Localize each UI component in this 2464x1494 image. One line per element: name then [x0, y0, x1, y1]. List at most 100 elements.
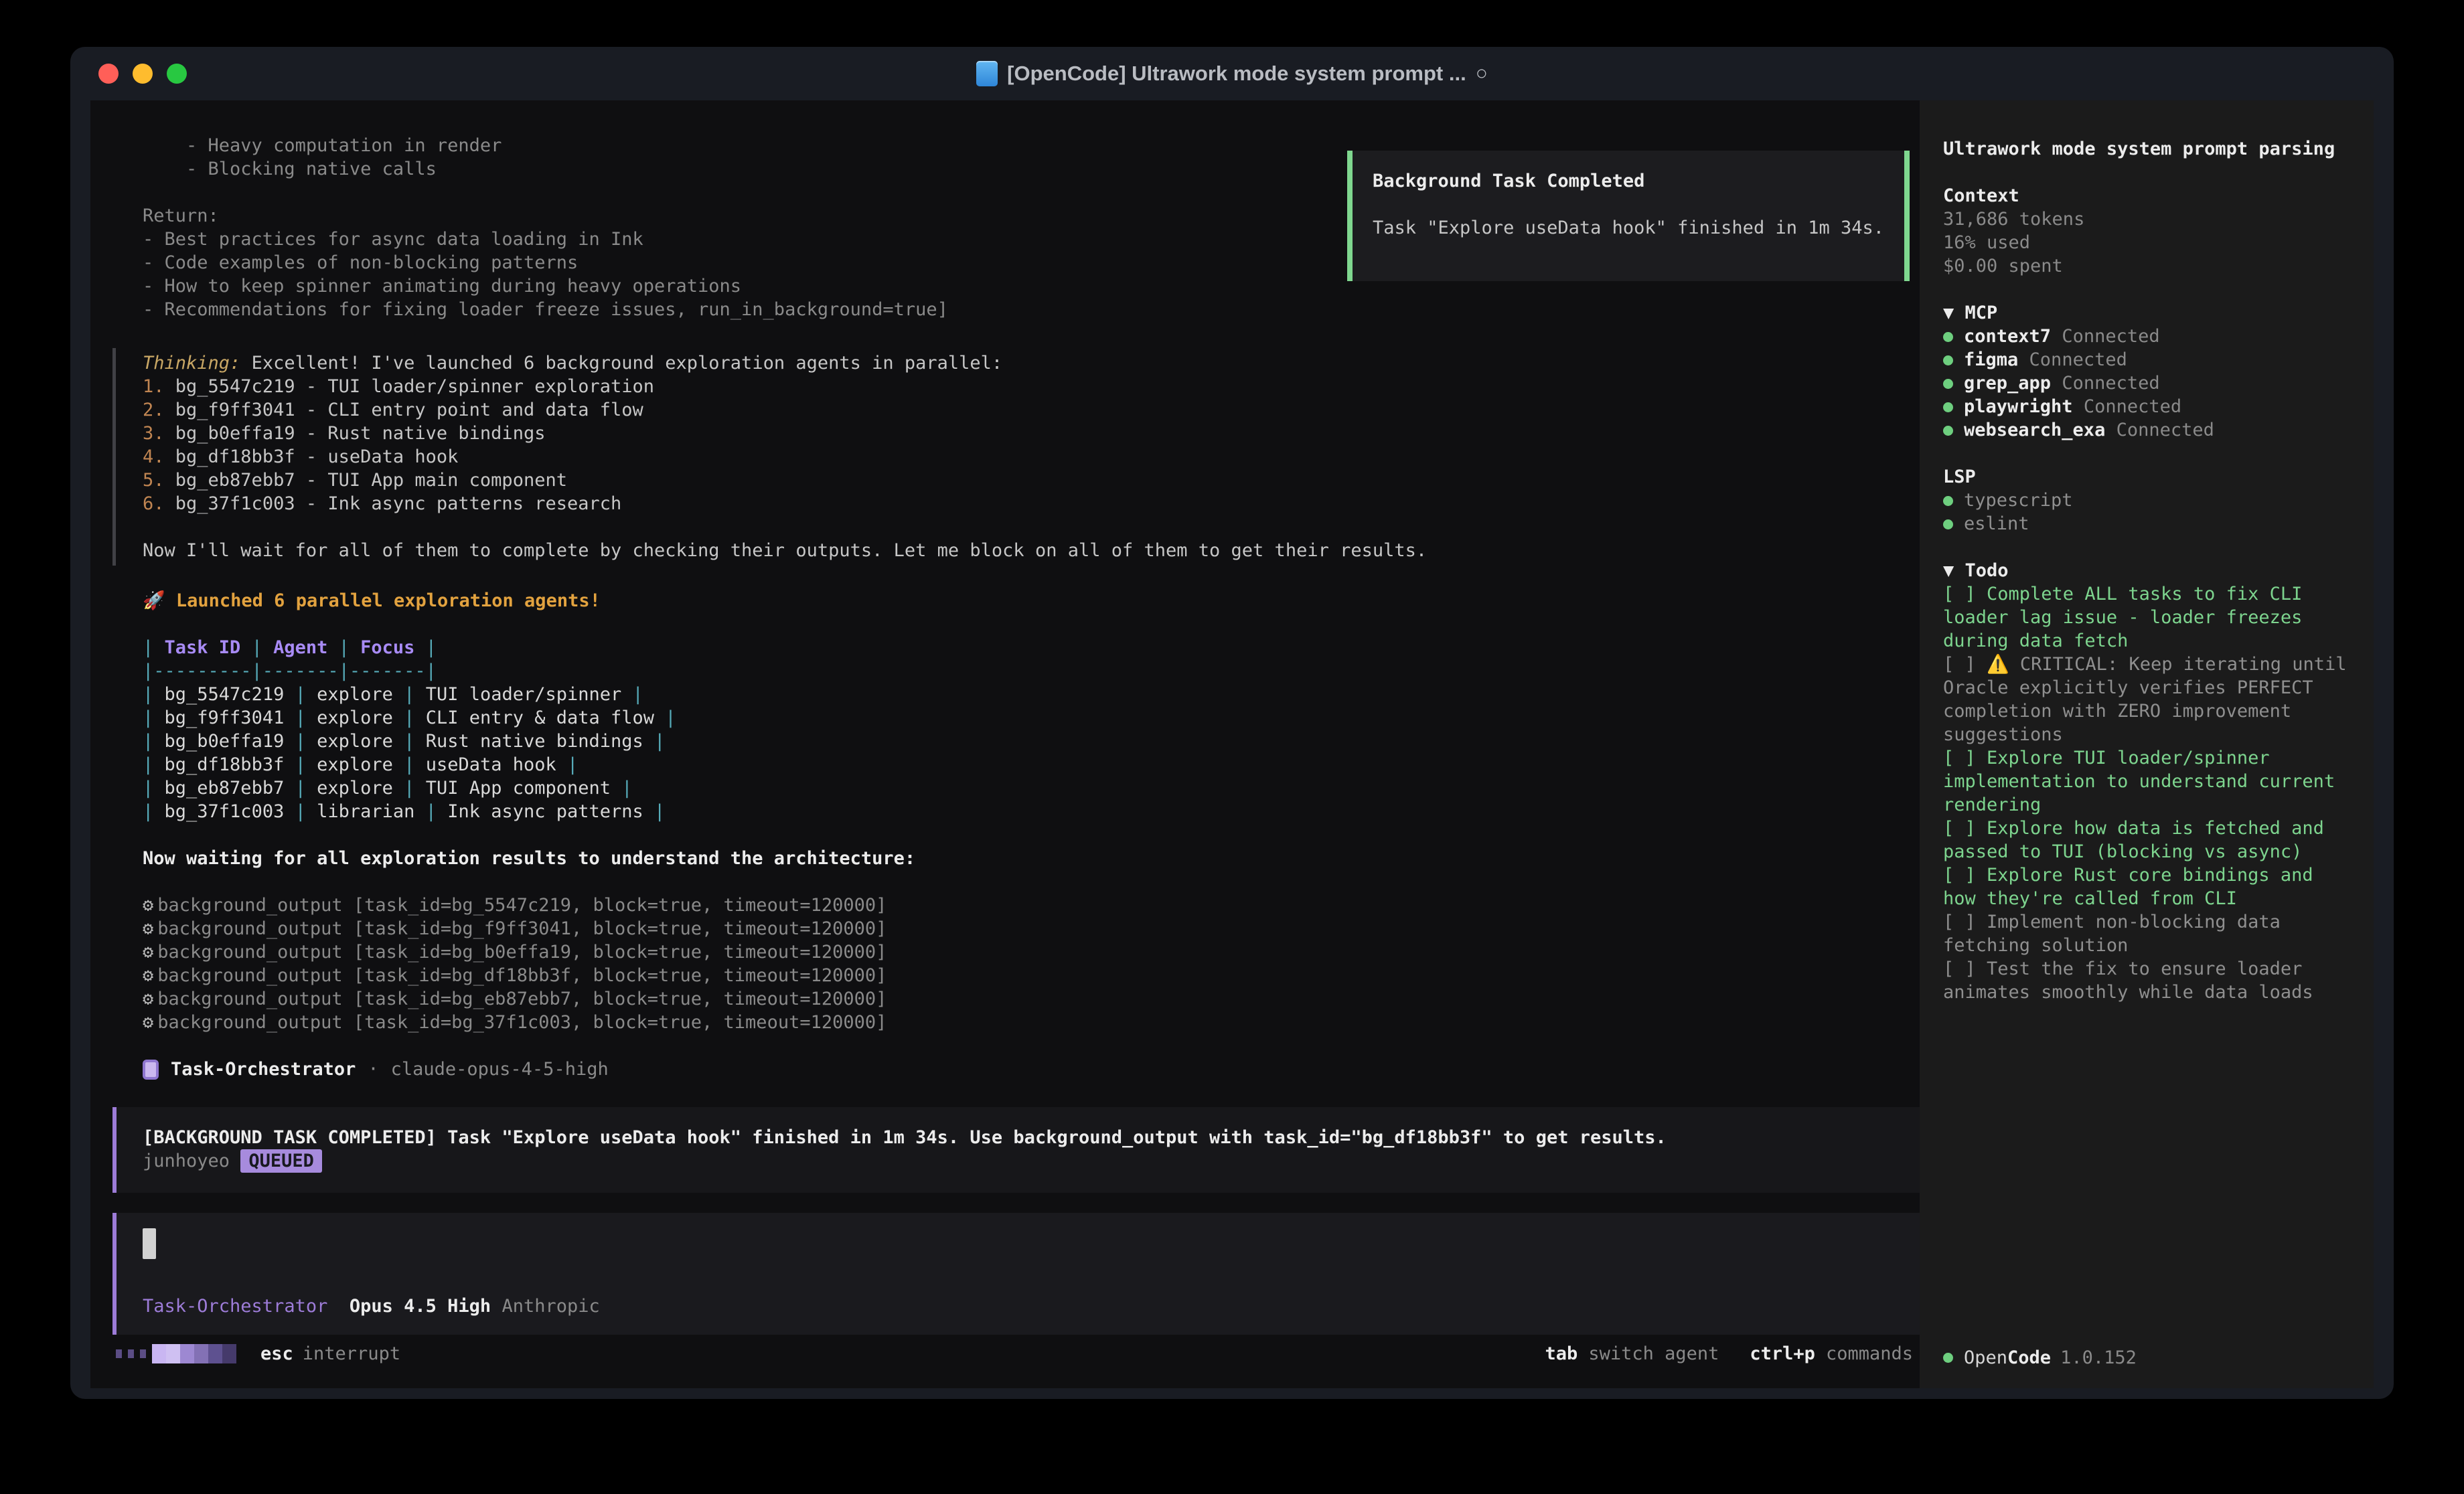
pipe-glyph: |: [633, 684, 643, 705]
agent-list-item: 5. bg_eb87ebb7 - TUI App main component: [143, 469, 1920, 492]
cell-focus: TUI loader/spinner: [414, 684, 632, 705]
agent-list-item: 2. bg_f9ff3041 - CLI entry point and dat…: [143, 398, 1920, 422]
table-header-row: | Task ID | Agent | Focus |: [143, 636, 1920, 659]
titlebar[interactable]: [OpenCode] Ultrawork mode system prompt …: [70, 47, 2394, 100]
cell-task-id: bg_f9ff3041: [153, 708, 295, 728]
pipe-glyph: |: [143, 778, 153, 799]
cell-agent: explore: [306, 708, 404, 728]
input-provider-name: Anthropic: [502, 1295, 599, 1318]
text-cursor: [143, 1228, 156, 1259]
tool-call-line: ⚙background_output [task_id=bg_b0effa19,…: [143, 940, 1920, 964]
cell-task-id: bg_b0effa19: [153, 731, 295, 752]
mcp-server-name: grep_app: [1964, 373, 2051, 394]
mcp-server-status: Connected: [2084, 396, 2181, 417]
online-dot-icon: [1943, 1353, 1953, 1363]
lsp-server-name: typescript: [1964, 490, 2073, 511]
tool-call-line: ⚙background_output [task_id=bg_37f1c003,…: [143, 1011, 1920, 1034]
thinking-outro: Now I'll wait for all of them to complet…: [143, 539, 1920, 562]
launch-banner-text: Launched 6 parallel exploration agents!: [165, 590, 601, 611]
pipe-glyph: |: [143, 801, 153, 822]
input-agent-name[interactable]: Task-Orchestrator: [143, 1295, 327, 1318]
tool-call-line: ⚙background_output [task_id=bg_eb87ebb7,…: [143, 987, 1920, 1011]
gear-icon: ⚙: [143, 942, 153, 963]
chevron-down-icon: ▼: [1943, 560, 1954, 581]
todo-item: [ ] Explore Rust core bindings and how t…: [1943, 863, 2352, 910]
cell-focus: CLI entry & data flow: [414, 708, 665, 728]
agent-header: Task-Orchestrator · claude-opus-4-5-high: [90, 1058, 1920, 1081]
ctrlp-key-label: commands: [1826, 1343, 1913, 1364]
brand-name-regular: Open: [1964, 1347, 2007, 1368]
col-header-focus: Focus: [350, 637, 426, 658]
cell-task-id: bg_5547c219: [153, 684, 295, 705]
tab-key-hint: tab: [1545, 1343, 1578, 1364]
esc-key-label: interrupt: [303, 1343, 400, 1364]
mcp-item: context7 Connected: [1943, 325, 2360, 348]
table-row: | bg_b0effa19 | explore | Rust native bi…: [143, 730, 1920, 753]
pipe-glyph: |: [339, 637, 350, 658]
mcp-server-name: websearch_exa: [1964, 420, 2105, 440]
todo-section-header[interactable]: ▼ Todo: [1943, 559, 2360, 582]
pipe-glyph: |: [404, 731, 414, 752]
gear-icon: ⚙: [143, 989, 153, 1009]
version-number: 1.0.152: [2060, 1347, 2137, 1368]
todo-header-label: Todo: [1965, 560, 2009, 581]
status-dot-icon: [1943, 402, 1953, 412]
brand-name-bold: Code: [2007, 1347, 2051, 1368]
cell-task-id: bg_37f1c003: [153, 801, 295, 822]
tool-call-text: background_output [task_id=bg_37f1c003, …: [157, 1012, 887, 1033]
todo-list: [ ] Complete ALL tasks to fix CLI loader…: [1943, 582, 2352, 1004]
pipe-glyph: |: [143, 637, 153, 658]
cell-agent: explore: [306, 778, 404, 799]
queued-badge: QUEUED: [240, 1149, 322, 1173]
toast-notification[interactable]: Background Task Completed Task "Explore …: [1347, 151, 1910, 281]
agent-list-text: bg_df18bb3f - useData hook: [165, 446, 459, 467]
pipe-glyph: |: [404, 708, 414, 728]
table-row: | bg_f9ff3041 | explore | CLI entry & da…: [143, 706, 1920, 730]
agent-list-text: bg_b0effa19 - Rust native bindings: [165, 423, 546, 444]
tool-call-text: background_output [task_id=bg_5547c219, …: [157, 895, 887, 916]
waiting-line: Now waiting for all exploration results …: [90, 847, 1920, 870]
ctrlp-key-hint: ctrl+p: [1750, 1343, 1815, 1364]
pipe-glyph: |: [143, 754, 153, 775]
rocket-icon: 🚀: [143, 590, 165, 611]
completed-message-text: [BACKGROUND TASK COMPLETED] Task "Explor…: [143, 1126, 1900, 1149]
mcp-list: context7 Connectedfigma Connectedgrep_ap…: [1943, 325, 2360, 442]
tool-output-line: - Recommendations for fixing loader free…: [143, 298, 1920, 321]
window-title-group: [OpenCode] Ultrawork mode system prompt …: [70, 61, 2394, 86]
tool-call-line: ⚙background_output [task_id=bg_df18bb3f,…: [143, 964, 1920, 987]
document-proxy-icon[interactable]: [976, 61, 998, 86]
gear-icon: ⚙: [143, 918, 153, 939]
gear-icon: ⚙: [143, 965, 153, 986]
table-row: | bg_df18bb3f | explore | useData hook |: [143, 753, 1920, 776]
window-title: [OpenCode] Ultrawork mode system prompt …: [1007, 62, 1466, 86]
username: junhoyeo: [143, 1151, 230, 1171]
pipe-glyph: |: [654, 801, 665, 822]
tab-key-label: switch agent: [1588, 1343, 1719, 1364]
pipe-glyph: |: [143, 684, 153, 705]
pipe-glyph: |: [654, 731, 665, 752]
status-bar: esc interrupt tab switch agent ctrl+p co…: [90, 1340, 1920, 1367]
agent-name: Task-Orchestrator: [171, 1058, 356, 1081]
chevron-down-icon: ▼: [1943, 303, 1954, 323]
gear-icon: ⚙: [143, 1012, 153, 1033]
lsp-section-header: LSP: [1943, 465, 2360, 489]
input-model-name[interactable]: Opus 4.5 High: [350, 1295, 491, 1318]
pipe-glyph: |: [295, 708, 306, 728]
mcp-item: grep_app Connected: [1943, 371, 2360, 395]
pipe-glyph: |: [295, 801, 306, 822]
cell-focus: Ink async patterns: [437, 801, 654, 822]
context-tokens: 31,686 tokens: [1943, 208, 2360, 231]
todo-item: [ ] Complete ALL tasks to fix CLI loader…: [1943, 582, 2352, 653]
tool-call-line: ⚙background_output [task_id=bg_5547c219,…: [143, 894, 1920, 917]
lsp-server-name: eslint: [1964, 513, 2029, 534]
prompt-input[interactable]: Task-Orchestrator Opus 4.5 High Anthropi…: [112, 1213, 1920, 1335]
spinner-gradient: [152, 1344, 236, 1363]
cell-task-id: bg_eb87ebb7: [153, 778, 295, 799]
pipe-glyph: |: [426, 637, 437, 658]
table-separator-row: |---------|-------|-------|: [143, 659, 1920, 683]
list-number: 3.: [143, 423, 165, 444]
agent-list-text: bg_37f1c003 - Ink async patterns researc…: [165, 493, 622, 514]
cell-focus: Rust native bindings: [414, 731, 654, 752]
agent-list-text: bg_f9ff3041 - CLI entry point and data f…: [165, 400, 643, 420]
mcp-section-header[interactable]: ▼ MCP: [1943, 301, 2360, 325]
